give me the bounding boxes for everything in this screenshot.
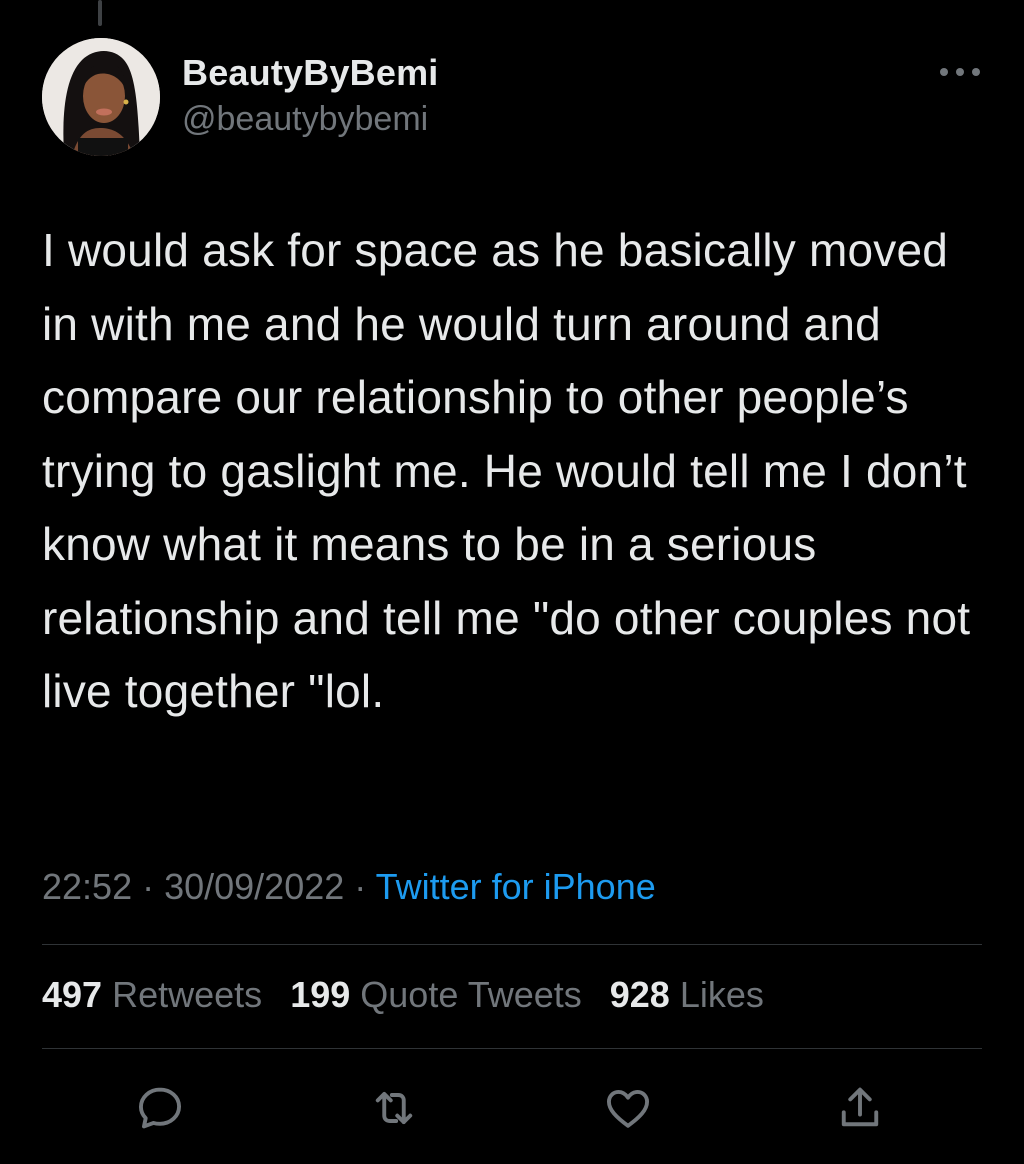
quote-tweets-stat[interactable]: 199 Quote Tweets	[290, 974, 582, 1015]
divider	[42, 1048, 982, 1049]
more-dots-icon	[940, 68, 980, 76]
quote-tweets-count: 199	[290, 974, 351, 1015]
avatar-image	[42, 38, 160, 156]
retweets-stat[interactable]: 497 Retweets	[42, 974, 262, 1015]
like-button[interactable]	[596, 1076, 660, 1140]
more-options-button[interactable]	[938, 62, 982, 82]
tweet-time[interactable]: 22:52	[42, 866, 132, 907]
tweet-text: I would ask for space as he basically mo…	[42, 224, 971, 717]
divider	[42, 944, 982, 945]
likes-label: Likes	[679, 974, 764, 1015]
likes-stat[interactable]: 928 Likes	[610, 974, 764, 1015]
meta-separator: ·	[132, 866, 165, 907]
share-button[interactable]	[828, 1076, 892, 1140]
quote-tweets-label: Quote Tweets	[360, 974, 582, 1015]
tweet-header: BeautyByBemi @beautybybemi	[42, 38, 982, 158]
tweet-date[interactable]: 30/09/2022	[164, 866, 344, 907]
retweet-icon	[375, 1091, 413, 1125]
thread-connector-line	[98, 0, 102, 26]
tweet-source-link[interactable]: Twitter for iPhone	[376, 866, 656, 907]
reply-icon	[138, 1087, 182, 1129]
action-bar	[42, 1076, 982, 1140]
retweet-button[interactable]	[362, 1076, 426, 1140]
like-icon	[606, 1090, 650, 1128]
tweet-metadata: 22:52 · 30/09/2022 · Twitter for iPhone	[42, 866, 656, 908]
meta-separator: ·	[344, 866, 376, 907]
reply-button[interactable]	[128, 1076, 192, 1140]
likes-count: 928	[609, 974, 670, 1015]
share-icon	[841, 1087, 879, 1127]
retweets-count: 497	[42, 974, 103, 1015]
avatar[interactable]	[42, 38, 160, 156]
retweets-label: Retweets	[112, 974, 263, 1015]
engagement-stats: 497 Retweets 199 Quote Tweets 928 Likes	[42, 974, 782, 1016]
display-name[interactable]: BeautyByBemi	[182, 52, 439, 94]
user-handle[interactable]: @beautybybemi	[182, 100, 428, 139]
